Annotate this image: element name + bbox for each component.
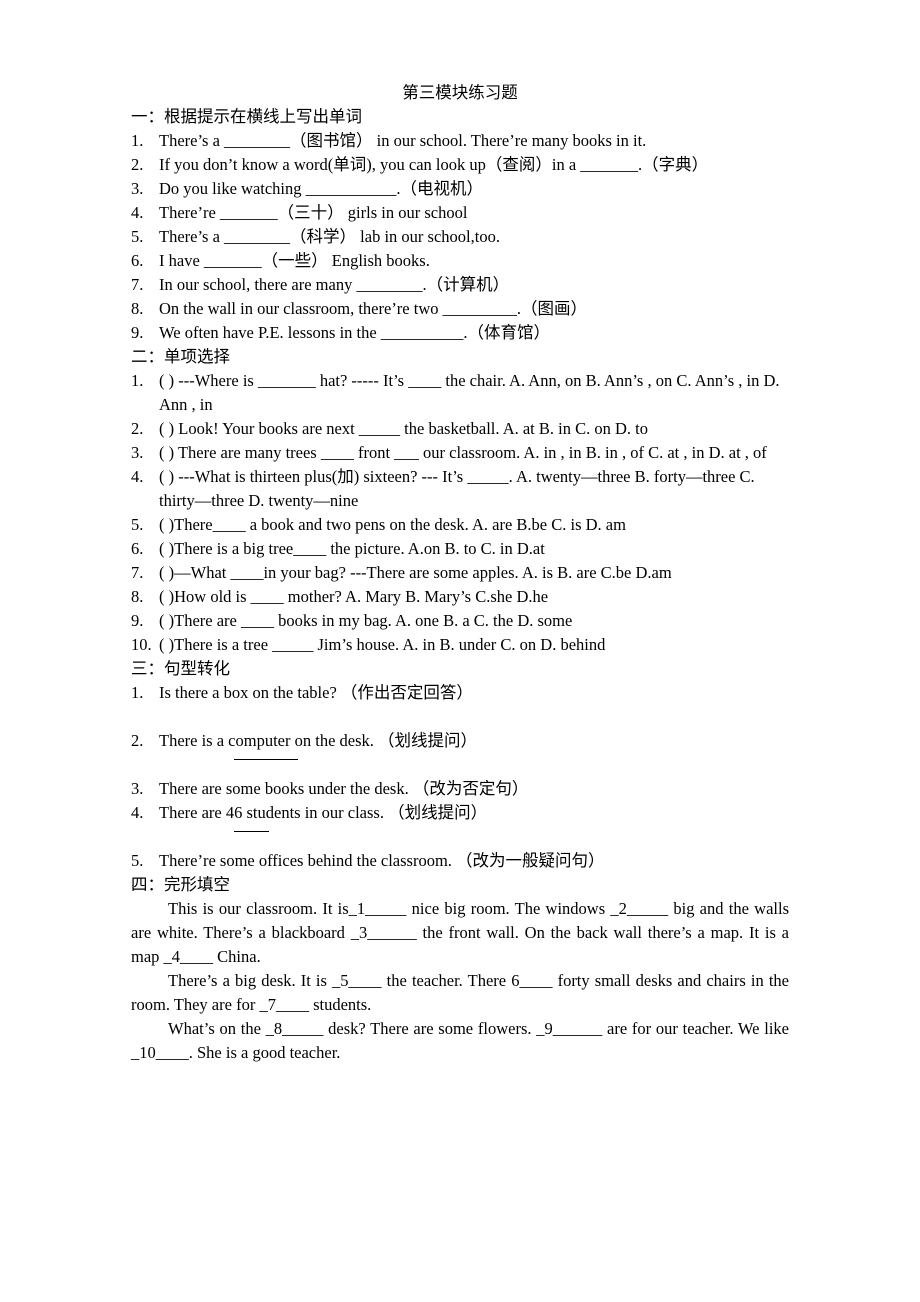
item-number: 1. (131, 371, 144, 390)
item-text: There’re some offices behind the classro… (159, 851, 605, 870)
item-number: 4. (131, 203, 144, 222)
fill-word-item: 1. There’s a ________（图书馆） in our school.… (131, 129, 789, 153)
item-text: ( ) There are many trees ____ front ___ … (159, 443, 767, 462)
transform-item: 3. There are some books under the desk. （… (131, 777, 789, 801)
transform-item: 4. There are 46 students in our class. （划… (131, 801, 789, 825)
part1-heading: 一：根据提示在横线上写出单词 (131, 107, 362, 126)
item-number: 5. (131, 851, 144, 870)
item-number: 8. (131, 299, 144, 318)
item-number: 7. (131, 275, 144, 294)
item-number: 5. (131, 227, 144, 246)
item-text: Do you like watching ___________.（电视机） (159, 179, 484, 198)
choice-item: 6. ( )There is a big tree____ the picture… (131, 537, 789, 561)
item-number: 6. (131, 539, 144, 558)
choice-item: 4. ( ) ---What is thirteen plus(加) sixtee… (131, 465, 789, 513)
choice-item: 2. ( ) Look! Your books are next _____ th… (131, 417, 789, 441)
choice-item: 7. ( )—What ____in your bag? ---There are… (131, 561, 789, 585)
item-text: ( )How old is ____ mother? A. Mary B. Ma… (159, 587, 549, 606)
item-number: 6. (131, 251, 144, 270)
part3-list: 1. Is there a box on the table? （作出否定回答） … (131, 681, 789, 873)
part1-list: 1. There’s a ________（图书馆） in our school.… (131, 129, 789, 345)
item-text: There’s a ________（科学） lab in our school… (159, 227, 500, 246)
item-text: There are 46 students in our class. （划线提… (159, 803, 488, 822)
item-text: ( )There is a big tree____ the picture. … (159, 539, 545, 558)
cloze-passage: This is our classroom. It is_1_____ nice… (131, 897, 789, 1065)
item-text: ( )—What ____in your bag? ---There are s… (159, 563, 672, 582)
choice-item: 10. ( )There is a tree _____ Jim’s house.… (131, 633, 789, 657)
item-text: ( )There____ a book and two pens on the … (159, 515, 626, 534)
item-number: 2. (131, 155, 144, 174)
item-text: ( )There are ____ books in my bag. A. on… (159, 611, 573, 630)
item-text: ( ) Look! Your books are next _____ the … (159, 419, 648, 438)
item-text: There is a computer on the desk. （划线提问） (159, 731, 478, 750)
fill-word-item: 7. In our school, there are many ________… (131, 273, 789, 297)
item-number: 4. (131, 803, 144, 822)
cloze-paragraph: This is our classroom. It is_1_____ nice… (131, 899, 789, 966)
item-text: If you don’t know a word(单词), you can lo… (159, 155, 709, 174)
item-number: 2. (131, 419, 144, 438)
worksheet-title: 第三模块练习题 (402, 83, 518, 102)
choice-item: 1. ( ) ---Where is _______ hat? ----- It’… (131, 369, 789, 417)
choice-item: 9. ( )There are ____ books in my bag. A. … (131, 609, 789, 633)
item-text: There are some books under the desk. （改为… (159, 779, 529, 798)
item-text: I have _______（一些） English books. (159, 251, 430, 270)
item-number: 4. (131, 467, 144, 486)
transform-item: 2. There is a computer on the desk. （划线提问… (131, 729, 789, 753)
part3-heading: 三：句型转化 (131, 659, 230, 678)
item-text: We often have P.E. lessons in the ______… (159, 323, 550, 342)
part2-heading: 二：单项选择 (131, 347, 230, 366)
item-number: 8. (131, 587, 144, 606)
choice-item: 5. ( )There____ a book and two pens on th… (131, 513, 789, 537)
item-text: ( ) ---Where is _______ hat? ----- It’s … (159, 371, 780, 414)
item-number: 9. (131, 611, 144, 630)
item-number: 3. (131, 443, 144, 462)
transform-item: 5. There’re some offices behind the class… (131, 849, 789, 873)
cloze-paragraph: There’s a big desk. It is _5____ the tea… (131, 971, 789, 1014)
fill-word-item: 3. Do you like watching ___________.（电视机） (131, 177, 789, 201)
fill-word-item: 8. On the wall in our classroom, there’re… (131, 297, 789, 321)
underline-mark (131, 825, 789, 849)
worksheet-page: 第三模块练习题 一：根据提示在横线上写出单词 1. There’s a _____… (131, 81, 789, 1065)
item-text: ( ) ---What is thirteen plus(加) sixteen?… (159, 467, 755, 510)
item-number: 3. (131, 179, 144, 198)
part4-heading: 四：完形填空 (131, 875, 230, 894)
item-number: 7. (131, 563, 144, 582)
item-text: There’re _______（三十） girls in our school (159, 203, 468, 222)
transform-item: 1. Is there a box on the table? （作出否定回答） (131, 681, 789, 705)
answer-space (131, 705, 789, 729)
item-number: 10. (131, 635, 152, 654)
item-text: There’s a ________（图书馆） in our school. T… (159, 131, 647, 150)
item-number: 3. (131, 779, 144, 798)
part2-list: 1. ( ) ---Where is _______ hat? ----- It’… (131, 369, 789, 657)
item-number: 1. (131, 131, 144, 150)
item-number: 1. (131, 683, 144, 702)
item-text: On the wall in our classroom, there’re t… (159, 299, 588, 318)
fill-word-item: 2. If you don’t know a word(单词), you can … (131, 153, 789, 177)
fill-word-item: 9. We often have P.E. lessons in the ____… (131, 321, 789, 345)
choice-item: 3. ( ) There are many trees ____ front __… (131, 441, 789, 465)
item-number: 5. (131, 515, 144, 534)
item-number: 2. (131, 731, 144, 750)
item-text: Is there a box on the table? （作出否定回答） (159, 683, 473, 702)
underline-mark (131, 753, 789, 777)
fill-word-item: 4. There’re _______（三十） girls in our scho… (131, 201, 789, 225)
item-text: In our school, there are many ________.（… (159, 275, 510, 294)
choice-item: 8. ( )How old is ____ mother? A. Mary B. … (131, 585, 789, 609)
fill-word-item: 6. I have _______（一些） English books. (131, 249, 789, 273)
item-number: 9. (131, 323, 144, 342)
fill-word-item: 5. There’s a ________（科学） lab in our scho… (131, 225, 789, 249)
cloze-paragraph: What’s on the _8_____ desk? There are so… (131, 1019, 789, 1062)
item-text: ( )There is a tree _____ Jim’s house. A.… (159, 635, 606, 654)
